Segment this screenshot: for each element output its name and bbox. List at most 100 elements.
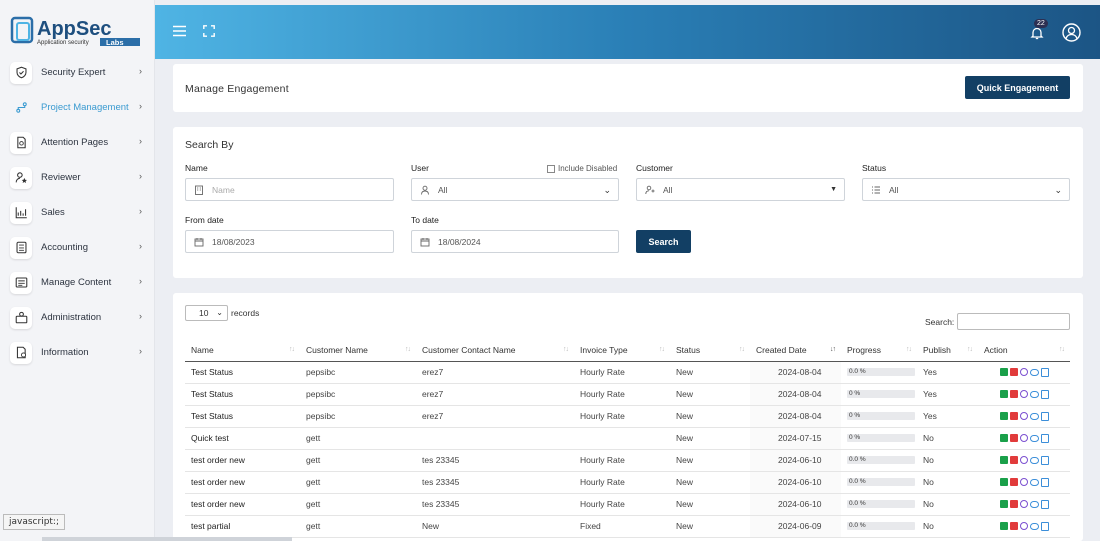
status-label: Status xyxy=(862,163,887,173)
browser-status-tooltip: javascript:; xyxy=(3,514,66,530)
document-icon[interactable] xyxy=(1041,499,1049,509)
fullscreen-icon[interactable] xyxy=(203,25,215,37)
column-header-customer-name[interactable]: Customer Name ↑↓ xyxy=(300,339,416,362)
checkbox-box[interactable] xyxy=(547,164,555,173)
table-search-input[interactable] xyxy=(957,313,1070,330)
edit-icon[interactable] xyxy=(1000,478,1008,486)
table-row[interactable]: Test Status pepsibc erez7 Hourly Rate New 202… xyxy=(185,405,1070,428)
edit-icon[interactable] xyxy=(1000,390,1008,398)
quick-engagement-button[interactable]: Quick Engagement xyxy=(965,76,1070,99)
document-icon[interactable] xyxy=(1041,411,1049,421)
delete-icon[interactable] xyxy=(1010,522,1018,530)
eye-icon[interactable] xyxy=(1030,390,1039,398)
customer-label: Customer xyxy=(636,163,673,173)
include-disabled-checkbox[interactable]: Include Disabled xyxy=(547,164,617,173)
to-date-input[interactable]: 18/08/2024 xyxy=(411,230,619,253)
document-icon[interactable] xyxy=(1041,477,1049,487)
sidebar-item-administration[interactable]: Administration › xyxy=(5,300,155,335)
search-button[interactable]: Search xyxy=(636,230,691,253)
sidebar-item-sales[interactable]: Sales › xyxy=(5,195,155,230)
progress-bar: 0.0 % xyxy=(847,500,915,508)
eye-icon[interactable] xyxy=(1030,368,1039,376)
user-avatar-icon[interactable] xyxy=(1062,23,1081,42)
eye-icon[interactable] xyxy=(1030,412,1039,420)
sidebar-item-information[interactable]: Information › xyxy=(5,335,155,370)
user-select[interactable]: All ⌄ xyxy=(411,178,619,201)
table-row[interactable]: Quick test gett New 2024-07-15 0 % No xyxy=(185,427,1070,450)
delete-icon[interactable] xyxy=(1010,500,1018,508)
delete-icon[interactable] xyxy=(1010,368,1018,376)
column-header-created-date[interactable]: Created Date ↓↑ xyxy=(750,339,841,362)
view-icon[interactable] xyxy=(1020,500,1028,508)
view-icon[interactable] xyxy=(1020,456,1028,464)
hamburger-menu-icon[interactable] xyxy=(173,25,186,37)
customer-select[interactable]: All ▼ xyxy=(636,178,845,201)
column-header-publish[interactable]: Publish ↑↓ xyxy=(917,339,978,362)
page-size-value: 10 xyxy=(199,308,209,318)
view-icon[interactable] xyxy=(1020,368,1028,376)
column-header-name[interactable]: Name ↑↓ xyxy=(185,339,300,362)
sidebar-item-accounting[interactable]: Accounting › xyxy=(5,230,155,265)
info-doc-icon xyxy=(10,341,32,364)
view-icon[interactable] xyxy=(1020,412,1028,420)
table-row[interactable]: Test Status pepsibc erez7 Hourly Rate New 202… xyxy=(185,361,1070,384)
edit-icon[interactable] xyxy=(1000,368,1008,376)
delete-icon[interactable] xyxy=(1010,390,1018,398)
edit-icon[interactable] xyxy=(1000,412,1008,420)
view-icon[interactable] xyxy=(1020,522,1028,530)
cell-created: 2024-06-10 xyxy=(750,449,841,472)
table-row[interactable]: test partial gett New Fixed New 2024-06-09 0.0… xyxy=(185,515,1070,538)
view-icon[interactable] xyxy=(1020,390,1028,398)
document-icon[interactable] xyxy=(1041,433,1049,443)
sidebar-item-project-management[interactable]: Project Management › xyxy=(5,90,155,125)
edit-icon[interactable] xyxy=(1000,456,1008,464)
from-date-value: 18/08/2023 xyxy=(212,236,255,247)
horizontal-scrollbar[interactable] xyxy=(42,537,292,541)
eye-icon[interactable] xyxy=(1030,456,1039,464)
column-header-customer-contact-name[interactable]: Customer Contact Name ↑↓ xyxy=(416,339,574,362)
table-row[interactable]: Test Status pepsibc erez7 Hourly Rate New 202… xyxy=(185,383,1070,406)
from-date-input[interactable]: 18/08/2023 xyxy=(185,230,394,253)
sidebar-item-reviewer[interactable]: Reviewer › xyxy=(5,160,155,195)
column-header-action[interactable]: Action ↑↓ xyxy=(978,339,1070,362)
cell-contact: erez7 xyxy=(416,383,574,406)
chevron-right-icon: › xyxy=(139,101,142,111)
edit-icon[interactable] xyxy=(1000,522,1008,530)
document-icon[interactable] xyxy=(1041,455,1049,465)
sidebar-item-attention-pages[interactable]: Attention Pages › xyxy=(5,125,155,160)
cell-created: 2024-06-09 xyxy=(750,515,841,538)
delete-icon[interactable] xyxy=(1010,456,1018,464)
table-row[interactable]: test order new gett tes 23345 Hourly Rate Ne… xyxy=(185,471,1070,494)
view-icon[interactable] xyxy=(1020,434,1028,442)
name-input[interactable]: Name xyxy=(185,178,394,201)
document-icon[interactable] xyxy=(1041,367,1049,377)
edit-icon[interactable] xyxy=(1000,500,1008,508)
table-body: Test Status pepsibc erez7 Hourly Rate New 202… xyxy=(185,361,1070,538)
page-size-select[interactable]: 10 ⌄ xyxy=(185,305,228,321)
sidebar-item-security-expert[interactable]: Security Expert › xyxy=(5,55,155,90)
eye-icon[interactable] xyxy=(1030,434,1039,442)
edit-icon[interactable] xyxy=(1000,434,1008,442)
document-icon[interactable] xyxy=(1041,389,1049,399)
sidebar-item-label: Accounting xyxy=(41,242,89,253)
delete-icon[interactable] xyxy=(1010,412,1018,420)
sort-icon: ↑↓ xyxy=(739,346,745,353)
status-select[interactable]: All ⌄ xyxy=(862,178,1070,201)
delete-icon[interactable] xyxy=(1010,478,1018,486)
column-header-status[interactable]: Status ↑↓ xyxy=(670,339,750,362)
table-row[interactable]: test order new gett tes 23345 Hourly Rate Ne… xyxy=(185,449,1070,472)
column-header-invoice-type[interactable]: Invoice Type ↑↓ xyxy=(574,339,670,362)
view-icon[interactable] xyxy=(1020,478,1028,486)
eye-icon[interactable] xyxy=(1030,522,1039,530)
eye-icon[interactable] xyxy=(1030,500,1039,508)
notification-bell-icon[interactable] xyxy=(1030,26,1044,40)
engagements-table-panel: 10 ⌄ records Search: Name ↑↓ Customer Name… xyxy=(173,293,1083,541)
delete-icon[interactable] xyxy=(1010,434,1018,442)
table-row[interactable]: test order new gett tes 23345 Hourly Rate Ne… xyxy=(185,493,1070,516)
document-icon[interactable] xyxy=(1041,521,1049,531)
appsec-logo[interactable]: AppSec Application security Labs xyxy=(10,14,145,48)
eye-icon[interactable] xyxy=(1030,478,1039,486)
sidebar-item-manage-content[interactable]: Manage Content › xyxy=(5,265,155,300)
column-header-progress[interactable]: Progress ↑↓ xyxy=(841,339,917,362)
cell-progress: 0 % xyxy=(841,427,917,450)
